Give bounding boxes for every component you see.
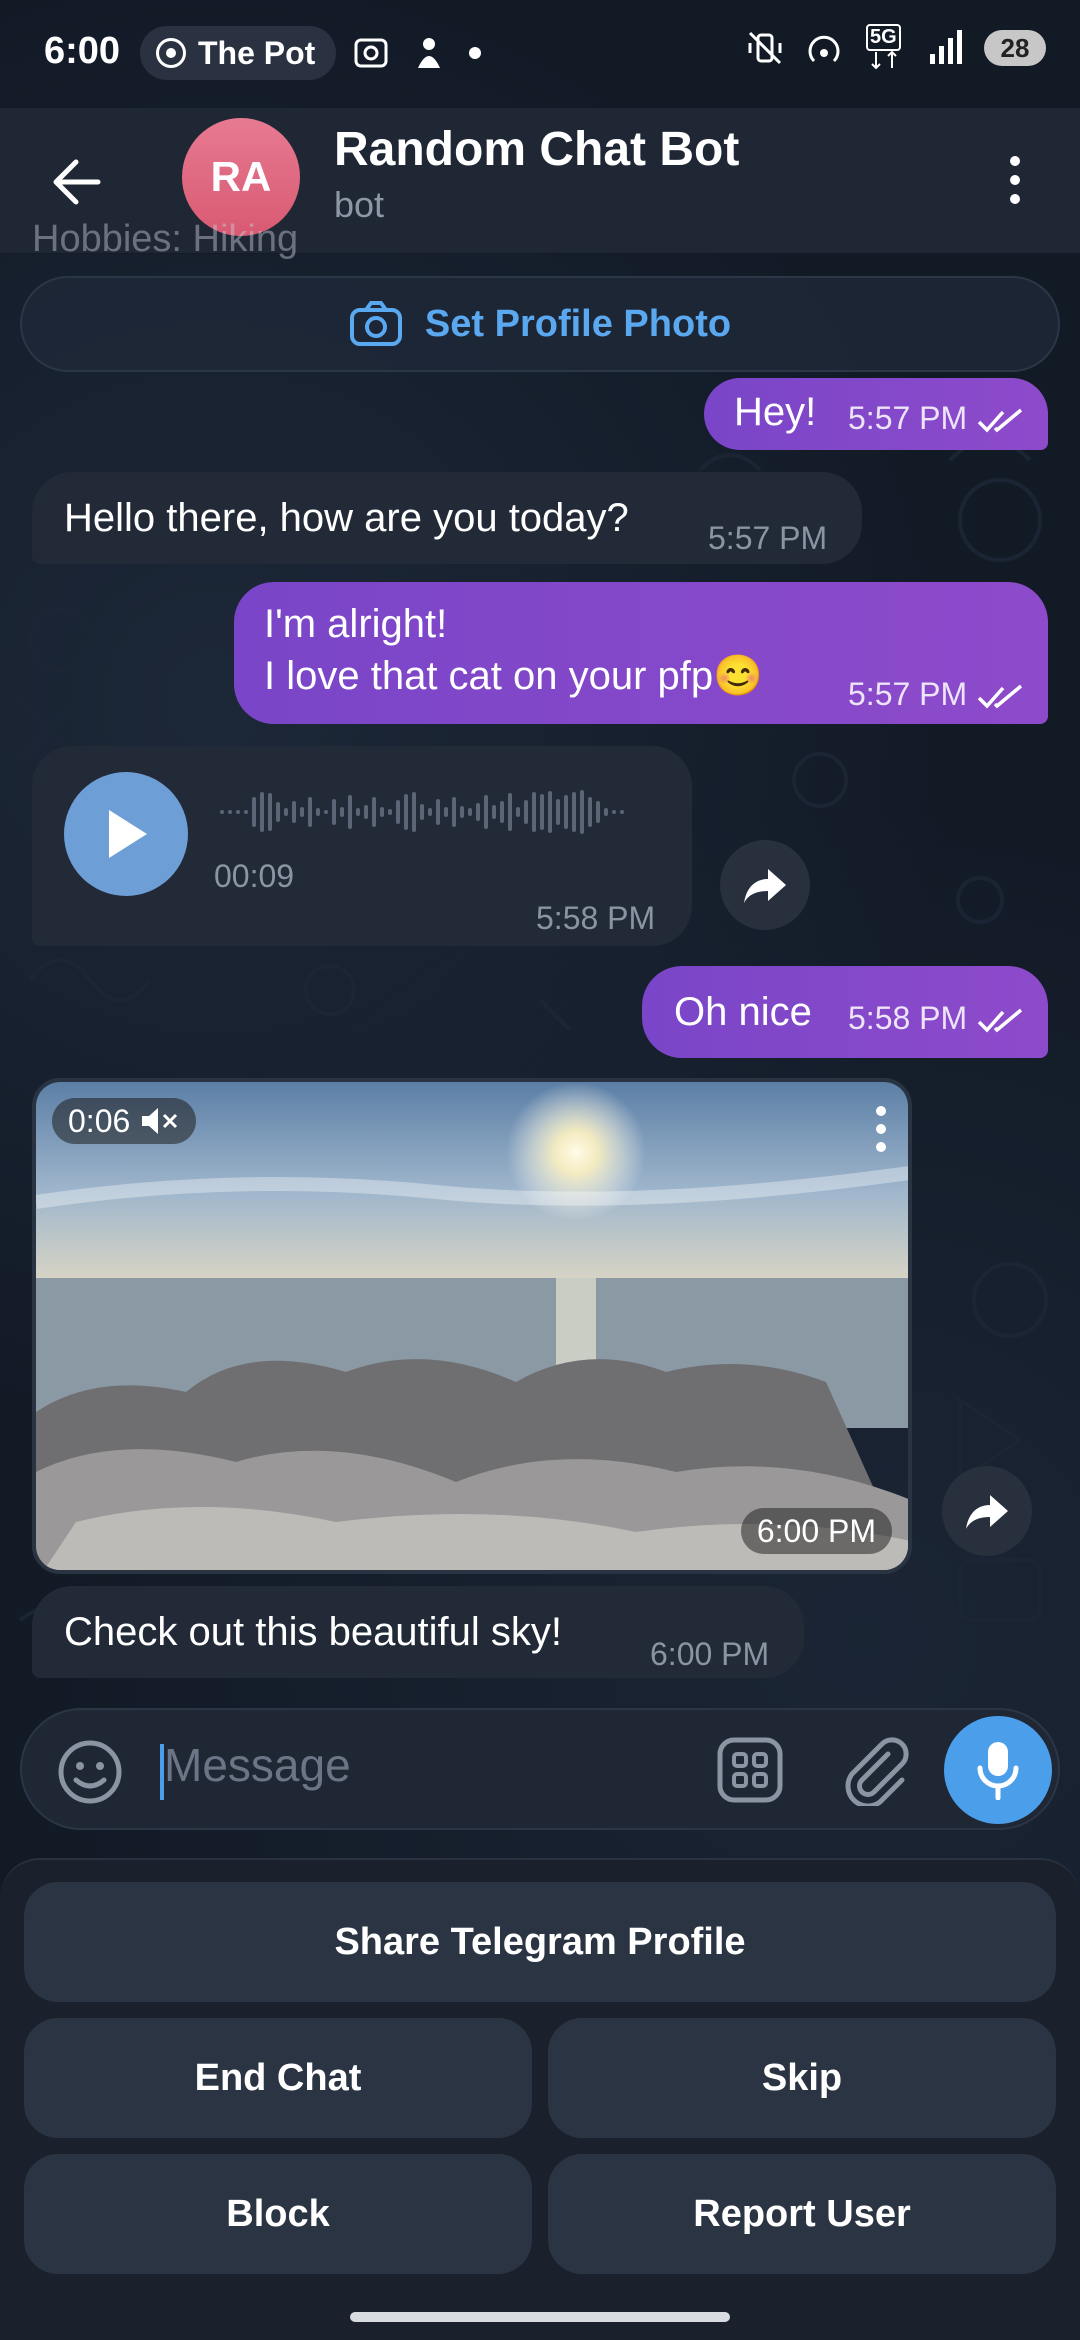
video-frame-scene <box>36 1082 908 1570</box>
camera-icon <box>349 301 402 346</box>
signal-icon <box>930 30 962 64</box>
screenshot-icon <box>354 38 388 68</box>
message-time: 6:00 PM <box>740 1508 892 1554</box>
voice-record-button[interactable] <box>944 1716 1052 1824</box>
bot-reply-keyboard: Share Telegram Profile End Chat Skip Blo… <box>0 1858 1080 2340</box>
message-time: 6:00 PM <box>650 1636 770 1672</box>
status-time: 6:00 <box>44 30 121 72</box>
hotspot-icon <box>808 35 840 63</box>
battery-indicator: 28 <box>984 30 1046 66</box>
message-input[interactable]: Message <box>164 1738 351 1792</box>
voice-waveform[interactable] <box>220 786 624 838</box>
forward-button[interactable] <box>720 840 810 930</box>
profile-card-text: Hobbies: Hiking <box>32 218 299 260</box>
chat-subtitle: bot <box>334 184 385 225</box>
message-bubble-incoming[interactable]: Hello there, how are you today? 5:57 PM <box>32 472 862 564</box>
play-button[interactable] <box>64 772 188 896</box>
forward-arrow-icon <box>966 1495 1008 1529</box>
video-message[interactable]: 0:06 6:00 PM <box>32 1078 912 1574</box>
message-text: Hey! <box>734 390 817 434</box>
media-pill[interactable]: The Pot <box>140 26 336 80</box>
report-user-button[interactable]: Report User <box>548 2154 1056 2274</box>
read-double-check-icon <box>977 408 1023 433</box>
microphone-icon <box>977 1742 1019 1800</box>
skip-button[interactable]: Skip <box>548 2018 1056 2138</box>
notification-icons <box>352 34 482 72</box>
video-duration: 0:06 <box>68 1102 131 1139</box>
set-profile-photo-label: Set Profile Photo <box>424 302 732 345</box>
set-profile-photo-button[interactable]: Set Profile Photo <box>20 276 1060 372</box>
media-pill-label: The Pot <box>198 34 316 71</box>
status-bar: 6:00 The Pot 5G 28 <box>0 0 1080 108</box>
home-indicator[interactable] <box>350 2312 730 2322</box>
message-bubble-outgoing[interactable]: I'm alright! I love that cat on your pfp… <box>234 582 1048 724</box>
play-icon <box>109 810 147 858</box>
read-double-check-icon <box>977 684 1023 709</box>
emoji-icon[interactable] <box>56 1738 124 1806</box>
network-5g-icon: 5G <box>864 24 908 70</box>
forward-arrow-icon <box>744 869 786 903</box>
message-bubble-outgoing[interactable]: Hey! 5:57 PM <box>704 378 1048 450</box>
message-bubble-outgoing[interactable]: Oh nice 5:58 PM <box>642 966 1048 1058</box>
media-play-icon <box>156 38 186 68</box>
read-double-check-icon <box>977 1008 1023 1033</box>
muted-speaker-icon <box>142 1108 178 1134</box>
back-arrow-icon[interactable] <box>48 152 108 212</box>
message-text-line2: I love that cat on your pfp😊 <box>264 654 763 698</box>
message-time: 5:58 PM <box>536 900 656 936</box>
block-button[interactable]: Block <box>24 2154 532 2274</box>
message-time: 5:57 PM <box>848 400 1025 436</box>
system-icons: 5G 28 <box>746 24 1046 70</box>
message-time: 5:57 PM <box>848 676 1025 712</box>
message-text: Hello there, how are you today? <box>64 496 629 540</box>
voice-duration: 00:09 <box>214 858 295 894</box>
message-bubble-incoming[interactable]: Check out this beautiful sky! 6:00 PM <box>32 1586 804 1678</box>
app-notification-icon <box>418 38 440 68</box>
attach-paperclip-icon[interactable] <box>840 1734 910 1806</box>
forward-button[interactable] <box>942 1466 1032 1556</box>
video-menu-icon[interactable] <box>876 1106 886 1152</box>
message-text: Oh nice <box>674 990 812 1034</box>
more-notifications-dot <box>469 47 481 59</box>
message-text: Check out this beautiful sky! <box>64 1610 563 1654</box>
chat-title[interactable]: Random Chat Bot <box>334 122 739 177</box>
message-time: 5:57 PM <box>708 520 828 556</box>
bot-keyboard-toggle-icon[interactable] <box>716 1736 784 1804</box>
share-telegram-profile-button[interactable]: Share Telegram Profile <box>24 1882 1056 2002</box>
end-chat-button[interactable]: End Chat <box>24 2018 532 2138</box>
more-options-icon[interactable] <box>1000 150 1030 210</box>
message-text-line1: I'm alright! <box>264 602 448 646</box>
video-duration-badge[interactable]: 0:06 <box>52 1098 197 1144</box>
vibrate-mute-icon <box>748 31 782 65</box>
message-time: 5:58 PM <box>848 1000 1025 1036</box>
